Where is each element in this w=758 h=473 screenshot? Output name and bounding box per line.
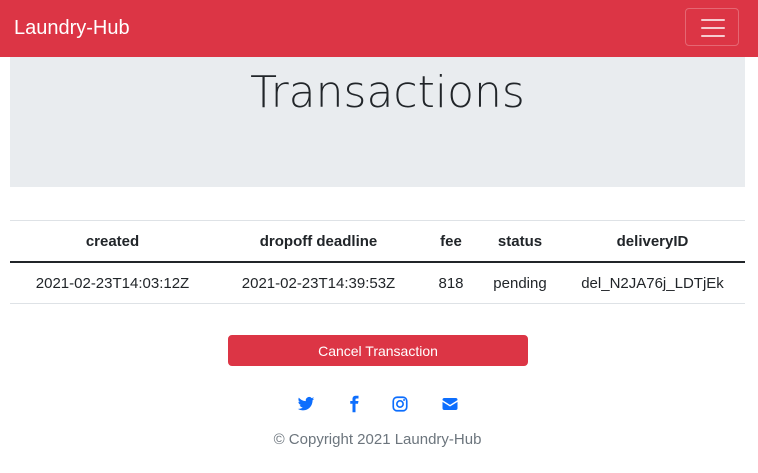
navbar-toggler-button[interactable] [685, 8, 739, 46]
table-header-row: created dropoff deadline fee status deli… [10, 220, 745, 263]
cell-dropoff-deadline: 2021-02-23T14:39:53Z [215, 262, 422, 304]
cell-status: pending [480, 262, 560, 304]
cell-fee: 818 [422, 262, 480, 304]
page-title: Transactions [250, 67, 525, 118]
column-header-fee: fee [422, 220, 480, 263]
jumbotron: Transactions [10, 57, 745, 187]
column-header-dropoff-deadline: dropoff deadline [215, 220, 422, 263]
column-header-created: created [10, 220, 215, 263]
instagram-icon[interactable] [391, 395, 409, 413]
navbar: Laundry-Hub [0, 0, 758, 57]
cancel-transaction-button[interactable]: Cancel Transaction [228, 335, 528, 366]
cell-delivery-id: del_N2JA76j_LDTjEk [560, 262, 745, 304]
cell-created: 2021-02-23T14:03:12Z [10, 262, 215, 304]
table-row: 2021-02-23T14:03:12Z 2021-02-23T14:39:53… [10, 262, 745, 304]
facebook-icon[interactable] [345, 395, 363, 413]
navbar-brand[interactable]: Laundry-Hub [14, 15, 130, 41]
column-header-status: status [480, 220, 560, 263]
copyright-text: © Copyright 2021 Laundry-Hub [273, 431, 482, 448]
transactions-table: created dropoff deadline fee status deli… [10, 220, 745, 304]
envelope-icon[interactable] [441, 395, 459, 413]
twitter-icon[interactable] [297, 395, 315, 413]
column-header-delivery-id: deliveryID [560, 220, 745, 263]
